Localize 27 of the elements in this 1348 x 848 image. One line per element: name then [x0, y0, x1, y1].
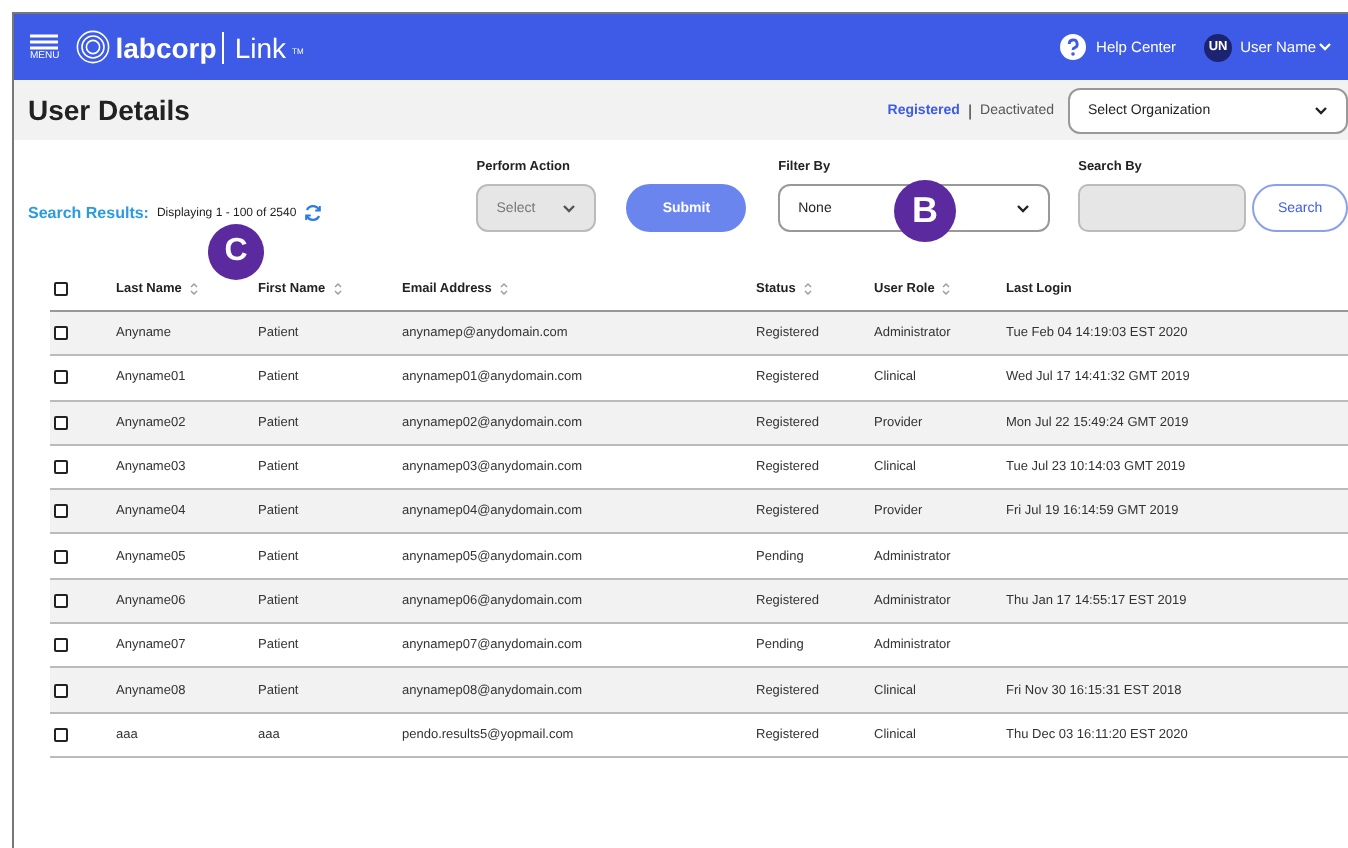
callout-badge: C	[208, 224, 264, 280]
row-checkbox[interactable]	[54, 727, 68, 742]
row-checkbox[interactable]	[54, 593, 68, 608]
refresh-icon[interactable]	[304, 204, 323, 222]
row-checkbox[interactable]	[54, 415, 68, 430]
row-checkbox[interactable]	[54, 683, 68, 698]
callout-badge: B	[894, 180, 956, 242]
row-checkbox[interactable]	[54, 638, 68, 653]
chevron-down-icon	[1016, 203, 1031, 213]
select-all-checkbox[interactable]	[54, 281, 68, 295]
logo-text: labcorp	[115, 31, 217, 63]
row-checkbox[interactable]	[54, 460, 68, 475]
logo-icon	[75, 30, 110, 64]
help-icon	[1060, 34, 1087, 60]
chevron-down-icon	[562, 203, 577, 213]
row-checkbox[interactable]	[54, 326, 68, 341]
product-name: Link	[222, 31, 286, 63]
chevron-down-icon	[1314, 105, 1328, 115]
row-checkbox[interactable]	[54, 370, 68, 385]
menu-icon	[30, 33, 59, 49]
results-label: Search Results:	[28, 204, 149, 222]
row-checkbox[interactable]	[54, 549, 68, 564]
separator: |	[967, 101, 973, 119]
chevron-down-icon	[1318, 42, 1332, 52]
row-checkbox[interactable]	[54, 504, 68, 519]
search-field[interactable]	[1078, 184, 1247, 232]
page-title: User Details	[28, 94, 192, 126]
